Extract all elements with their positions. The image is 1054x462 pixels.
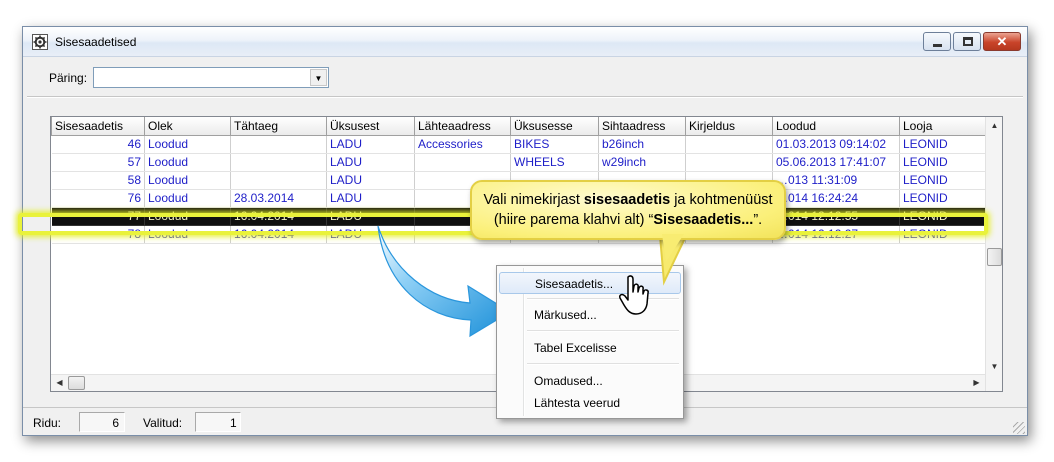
- hand-pointer-icon: [619, 275, 649, 315]
- callout-tail-cover: [662, 234, 684, 262]
